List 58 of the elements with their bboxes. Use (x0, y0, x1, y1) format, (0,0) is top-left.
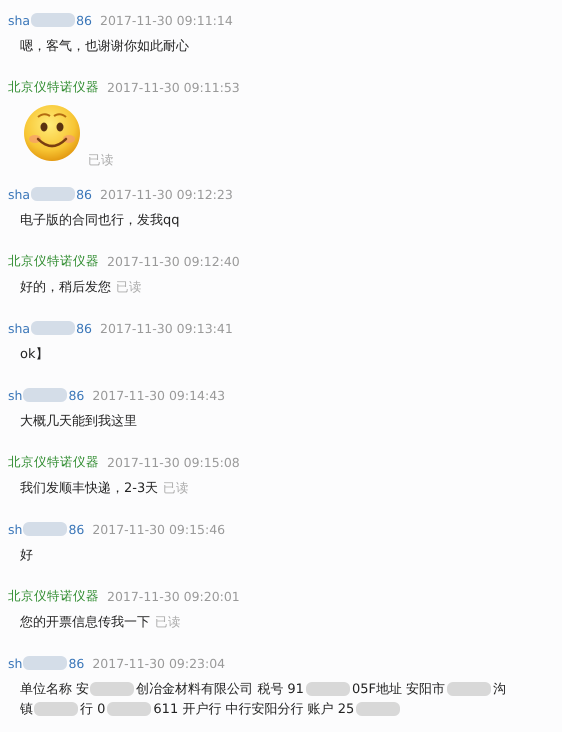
blurred-text (90, 682, 134, 696)
blurred-text (356, 702, 400, 716)
smiley-face-icon (22, 103, 82, 163)
blurred-name (31, 321, 76, 335)
message-text: 611 开户行 中行安阳分行 账户 25 (153, 701, 354, 718)
message-text: 行 0 (80, 701, 106, 718)
blurred-text (34, 702, 78, 716)
sender-name[interactable]: 北京仪特诺仪器 (8, 454, 99, 470)
message-text: 镇 (20, 701, 33, 718)
sender-name[interactable]: sh (8, 656, 22, 670)
blurred-text (107, 702, 152, 716)
sender-name[interactable]: sha (8, 12, 30, 28)
sender-name[interactable]: 86 (76, 12, 92, 28)
message-time: 2017-11-30 09:12:40 (107, 254, 240, 268)
message-text: 创冶金材料有限公司 税号 91 (136, 681, 304, 698)
sender-name[interactable]: 86 (68, 522, 84, 536)
sender-name[interactable]: 86 (68, 388, 84, 402)
sender-name[interactable]: sha (8, 186, 30, 202)
sender-name[interactable]: 86 (76, 320, 92, 336)
blurred-name (23, 522, 68, 536)
sender-name[interactable]: 北京仪特诺仪器 (8, 252, 99, 270)
message-time: 2017-11-30 09:15:46 (92, 522, 226, 536)
message-time: 2017-11-30 09:13:41 (100, 320, 233, 336)
message-text: 沟 (493, 681, 506, 698)
blurred-name (23, 388, 68, 402)
message-text: 您的开票信息传我一下 (20, 614, 150, 631)
message-time: 2017-11-30 09:23:04 (92, 656, 226, 670)
message-text: 好 (20, 547, 33, 564)
sender-name[interactable]: 86 (68, 656, 84, 670)
sender-name[interactable]: sh (8, 388, 22, 402)
read-status: 已读 (155, 614, 181, 630)
read-status: 已读 (88, 152, 114, 169)
read-status: 已读 (116, 278, 142, 296)
message-text: 单位名称 安 (20, 681, 90, 698)
sender-name[interactable]: sh (8, 522, 22, 536)
message-time: 2017-11-30 09:14:43 (92, 388, 226, 402)
sender-name[interactable]: 北京仪特诺仪器 (8, 78, 99, 96)
message-text: 05F地址 安阳市 (352, 681, 446, 698)
message-time: 2017-11-30 09:11:14 (100, 12, 233, 28)
message-text: 好的，稍后发您 (20, 279, 111, 296)
message-text: 大概几天能到我这里 (20, 413, 137, 430)
sender-name[interactable]: 86 (76, 186, 92, 202)
message-text: 嗯，客气，也谢谢你如此耐心 (20, 38, 189, 55)
message-time: 2017-11-30 09:11:53 (107, 80, 240, 94)
sender-name[interactable]: 北京仪特诺仪器 (8, 588, 99, 604)
message-text: 我们发顺丰快递，2-3天 (20, 480, 158, 497)
blurred-name (31, 187, 76, 201)
message-text: 电子版的合同也行，发我qq (20, 212, 180, 229)
blurred-text (306, 682, 350, 696)
message-time: 2017-11-30 09:12:23 (100, 186, 233, 202)
message-time: 2017-11-30 09:20:01 (107, 588, 240, 604)
blurred-name (23, 656, 68, 670)
read-status: 已读 (163, 480, 190, 496)
blurred-text (447, 682, 492, 696)
message-time: 2017-11-30 09:15:08 (107, 454, 240, 470)
blurred-name (31, 13, 76, 27)
sender-name[interactable]: sha (8, 320, 30, 336)
message-text: ok】 (20, 346, 48, 363)
